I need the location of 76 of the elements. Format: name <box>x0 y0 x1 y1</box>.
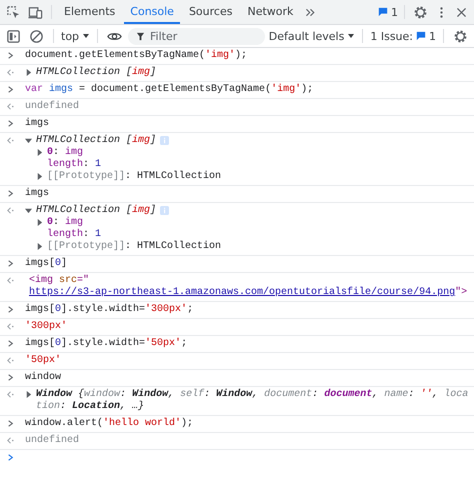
clear-console-icon[interactable] <box>29 28 44 44</box>
close-icon[interactable] <box>455 6 468 18</box>
expand-triangle-icon[interactable] <box>36 219 43 226</box>
prompt-chevron-icon <box>6 453 15 462</box>
markup-text: =" <box>77 275 90 286</box>
return-arrow-icon <box>6 436 15 445</box>
console-text: imgs <box>25 188 50 200</box>
prompt-chevron-icon <box>6 51 15 60</box>
expand-triangle-icon[interactable] <box>36 173 43 180</box>
return-arrow-icon <box>6 322 15 331</box>
caret-icon <box>347 32 356 40</box>
url-link[interactable]: https://s3-ap-northeast-1.amazonaws.com/opentutorialsfile/course/94.png <box>29 287 456 299</box>
console-text: imgs <box>25 118 50 130</box>
expand-triangle-icon[interactable] <box>36 149 43 156</box>
panel-tab[interactable]: Console <box>124 0 180 24</box>
console-text: undefined <box>25 435 80 447</box>
property-text: length: 1 <box>47 159 102 170</box>
expand-triangle-icon[interactable] <box>25 391 32 398</box>
prompt-chevron-icon <box>6 119 15 128</box>
return-arrow-icon <box>6 136 15 145</box>
prompt-chevron-icon <box>6 339 15 348</box>
markup-text: "> <box>455 287 468 299</box>
console-settings-icon[interactable] <box>453 28 468 44</box>
expand-triangle-icon[interactable] <box>25 69 32 76</box>
console-text: '50px' <box>25 355 62 367</box>
markup-text: src <box>59 275 78 286</box>
console-text: undefined <box>25 101 80 113</box>
sidebar-icon[interactable] <box>6 28 21 44</box>
prompt-chevron-icon <box>6 189 15 198</box>
console-text: var imgs = document.getElementsByTagName('img'); <box>25 84 314 96</box>
messages-button[interactable]: 1 <box>378 6 398 18</box>
console-text: HTMLCollection [img] <box>36 205 156 216</box>
panel-tab[interactable]: Elements <box>58 0 122 24</box>
levels-dropdown[interactable]: Default levels <box>268 30 356 42</box>
issues-button[interactable]: 1 Issue: 1 <box>370 30 436 42</box>
console-text: imgs[0].style.width='50px'; <box>25 338 188 350</box>
context-dropdown[interactable]: top <box>61 30 90 42</box>
return-arrow-icon <box>6 102 15 111</box>
markup-text: <img <box>29 275 54 286</box>
console-text: imgs[0].style.width='300px'; <box>25 304 194 316</box>
console-text: Window {window: Window, self: Window, document: document, name: '', location: Location, …} <box>36 389 470 413</box>
prompt-chevron-icon <box>6 305 15 314</box>
property-text: [[Prototype]]: HTMLCollection <box>47 171 222 183</box>
settings-icon[interactable] <box>413 4 428 20</box>
caret-icon <box>82 32 90 40</box>
panel-tab[interactable]: Sources <box>182 0 238 24</box>
message-icon <box>416 31 426 41</box>
prompt-chevron-icon <box>6 419 15 428</box>
filter-field[interactable]: Filter <box>128 28 265 44</box>
return-arrow-icon <box>6 276 15 285</box>
console-text: imgs[0] <box>25 258 68 270</box>
message-icon <box>378 7 388 17</box>
panel-tab[interactable]: Network <box>241 0 300 24</box>
return-arrow-icon <box>6 68 15 77</box>
filter-icon <box>136 32 146 40</box>
prompt-chevron-icon <box>6 259 15 268</box>
prompt-chevron-icon <box>6 373 15 382</box>
return-arrow-icon <box>6 206 15 215</box>
property-text: [[Prototype]]: HTMLCollection <box>47 241 222 253</box>
console-text: window <box>25 372 62 384</box>
expand-triangle-icon[interactable] <box>25 137 32 144</box>
inspect-icon[interactable] <box>6 4 21 20</box>
console-text: document.getElementsByTagName('img'); <box>25 50 248 62</box>
console-text: window.alert('hello world'); <box>25 418 194 430</box>
device-toolbar-icon[interactable] <box>28 4 43 20</box>
console-text: HTMLCollection [img] <box>36 135 156 146</box>
property-text: 0: img <box>47 147 84 158</box>
console-text: HTMLCollection [img] <box>36 67 156 79</box>
console-text: '300px' <box>25 321 68 333</box>
property-text: 0: img <box>47 217 84 228</box>
return-arrow-icon <box>6 390 15 399</box>
expand-triangle-icon[interactable] <box>25 207 32 214</box>
property-text: length: 1 <box>47 229 102 240</box>
expand-triangle-icon[interactable] <box>36 243 43 250</box>
return-arrow-icon <box>6 356 15 365</box>
prompt-chevron-icon <box>6 85 15 94</box>
